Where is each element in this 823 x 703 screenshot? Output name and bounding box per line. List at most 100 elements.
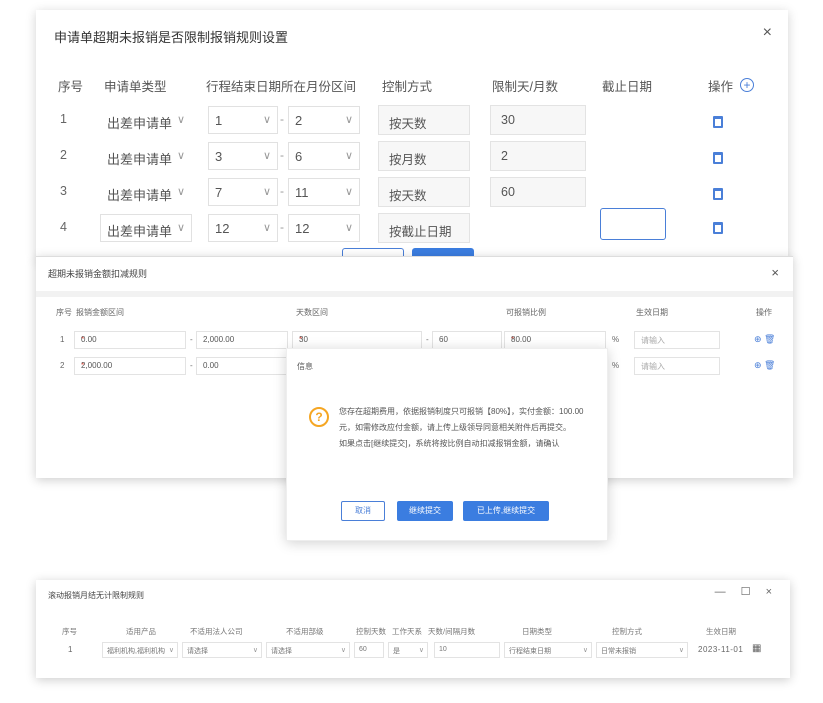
type-select[interactable]: 出差申请单 ∨ [100,106,192,134]
amount-to-input[interactable]: 2,000.00 [196,331,288,349]
company-select[interactable]: 请选择 ∨ [182,642,262,658]
range-to-select[interactable]: 12 ∨ [288,214,360,242]
range-from-select[interactable]: 7 ∨ [208,178,278,206]
range-to-select[interactable]: 2 ∨ [288,106,360,134]
close-icon[interactable]: × [771,265,779,280]
control-field[interactable]: 按月数 [378,141,470,171]
ratio-input[interactable]: * 80.00 [504,331,606,349]
uploaded-continue-button[interactable]: 已上传,继续提交 [463,501,549,521]
window-controls[interactable]: — ☐ × [715,585,778,598]
col-datetype: 日期类型 [522,627,552,636]
effective-date-value[interactable]: 2023-11-01 [698,645,743,654]
chevron-down-icon: ∨ [344,222,353,234]
deadline-date-input[interactable] [600,208,666,240]
range-dash: - [280,148,284,162]
col-limit: 限制天/月数 [492,80,558,94]
limit-field[interactable]: 2 [490,141,586,171]
row-index: 1 [60,112,67,126]
range-dash: - [280,220,284,234]
range-from-select[interactable]: 12 ∨ [208,214,278,242]
row-index: 2 [60,361,65,370]
close-icon[interactable]: × [763,24,772,42]
col-dept: 不适用部级 [286,627,324,636]
range-dash: - [426,335,429,344]
table-row: 2 出差申请单 ∨ 3 ∨ - 6 ∨ 按月数 2 [36,140,788,176]
days-from-input[interactable]: * 30 [292,331,422,349]
percent-unit: % [612,335,620,344]
range-dash: - [280,112,284,126]
table-row: 1 出差申请单 ∨ 1 ∨ - 2 ∨ 按天数 30 [36,104,788,140]
dialog3-title: 滚动报销月结无计限制规则 [48,591,144,600]
range-dash: - [280,184,284,198]
range-dash: - [190,361,193,370]
col-index: 序号 [62,627,77,636]
chevron-down-icon: ∨ [176,186,185,198]
days-to-input[interactable]: 60 [432,331,502,349]
confirm-message-text: 您存在超期费用，依据报销制度只可报销【80%】，实付金额：100.00元，如需修… [339,407,584,432]
range-to-select[interactable]: 11 ∨ [288,178,360,206]
work-select[interactable]: 是 ∨ [388,642,428,658]
amount-to-input[interactable]: 0.00 [196,357,288,375]
confirm-message: 您存在超期费用，依据报销制度只可报销【80%】，实付金额：100.00元，如需修… [339,404,589,452]
effective-date-input[interactable]: 请输入 [634,357,720,375]
confirm-header: 信息 [297,362,313,371]
control-select[interactable]: 日常未报销 ∨ [596,642,688,658]
calendar-icon[interactable]: ▦ [752,643,761,654]
question-icon: ? [309,407,329,427]
col-range: 行程结束日期所在月份区间 [206,80,357,94]
chevron-down-icon: ∨ [582,647,588,654]
range-to-select[interactable]: 6 ∨ [288,142,360,170]
col-product: 适用产品 [126,627,156,636]
control-field[interactable]: 按截止日期 [378,213,470,243]
col-action: 操作 [708,80,734,94]
dialog2-title: 超期未报销金额扣减规则 [48,269,148,279]
interval-input[interactable]: 10 [434,642,500,658]
row-index: 1 [60,335,65,344]
chevron-down-icon: ∨ [262,186,271,198]
divider [36,291,793,297]
delete-icon[interactable] [713,116,723,128]
dept-select[interactable]: 请选择 ∨ [266,642,350,658]
range-from-select[interactable]: 3 ∨ [208,142,278,170]
days-input[interactable]: 60 [354,642,384,658]
datetype-select[interactable]: 行程结束日期 ∨ [504,642,592,658]
cancel-button[interactable]: 取消 [341,501,385,521]
rule-dialog-1: 申请单超期未报销是否限制报销规则设置 × 序号 申请单类型 行程结束日期所在月份… [36,10,788,262]
chevron-down-icon: ∨ [344,186,353,198]
col-amount: 报销金额区间 [76,308,124,317]
product-select[interactable]: 福利机构,福利机构 ∨ [102,642,178,658]
table-row: 3 出差申请单 ∨ 7 ∨ - 11 ∨ 按天数 60 [36,176,788,212]
limit-field[interactable]: 30 [490,105,586,135]
row-action-icons[interactable]: ⊕ 🗑 [754,334,775,345]
row-index: 3 [60,184,67,198]
delete-icon[interactable] [713,152,723,164]
type-select[interactable]: 出差申请单 ∨ [100,214,192,242]
chevron-down-icon: ∨ [340,647,346,654]
chevron-down-icon: ∨ [344,114,353,126]
col-days: 控制天数 [356,627,386,636]
type-select[interactable]: 出差申请单 ∨ [100,142,192,170]
col-deadline: 截止日期 [602,80,653,94]
chevron-down-icon: ∨ [262,114,271,126]
amount-from-input[interactable]: * 0.00 [74,331,186,349]
effective-date-input[interactable]: 请输入 [634,331,720,349]
continue-submit-button[interactable]: 继续提交 [397,501,453,521]
row-index: 4 [60,220,67,234]
rule-dialog-3: 滚动报销月结无计限制规则 — ☐ × 序号 适用产品 不适用法人公司 不适用部级… [36,580,790,678]
type-select[interactable]: 出差申请单 ∨ [100,178,192,206]
limit-field[interactable]: 60 [490,177,586,207]
amount-from-input[interactable]: * 2,000.00 [74,357,186,375]
confirm-popup: 信息 ? 您存在超期费用，依据报销制度只可报销【80%】，实付金额：100.00… [286,348,608,541]
control-field[interactable]: 按天数 [378,105,470,135]
delete-icon[interactable] [713,188,723,200]
col-company: 不适用法人公司 [190,627,243,636]
range-from-select[interactable]: 1 ∨ [208,106,278,134]
delete-icon[interactable] [713,222,723,234]
control-field[interactable]: 按天数 [378,177,470,207]
row-action-icons[interactable]: ⊕ 🗑 [754,360,775,371]
col-ratio: 可报销比例 [506,308,546,317]
add-row-icon[interactable]: + [740,78,754,92]
chevron-down-icon: ∨ [418,647,424,654]
chevron-down-icon: ∨ [678,647,684,654]
col-days: 天数区间 [296,308,328,317]
